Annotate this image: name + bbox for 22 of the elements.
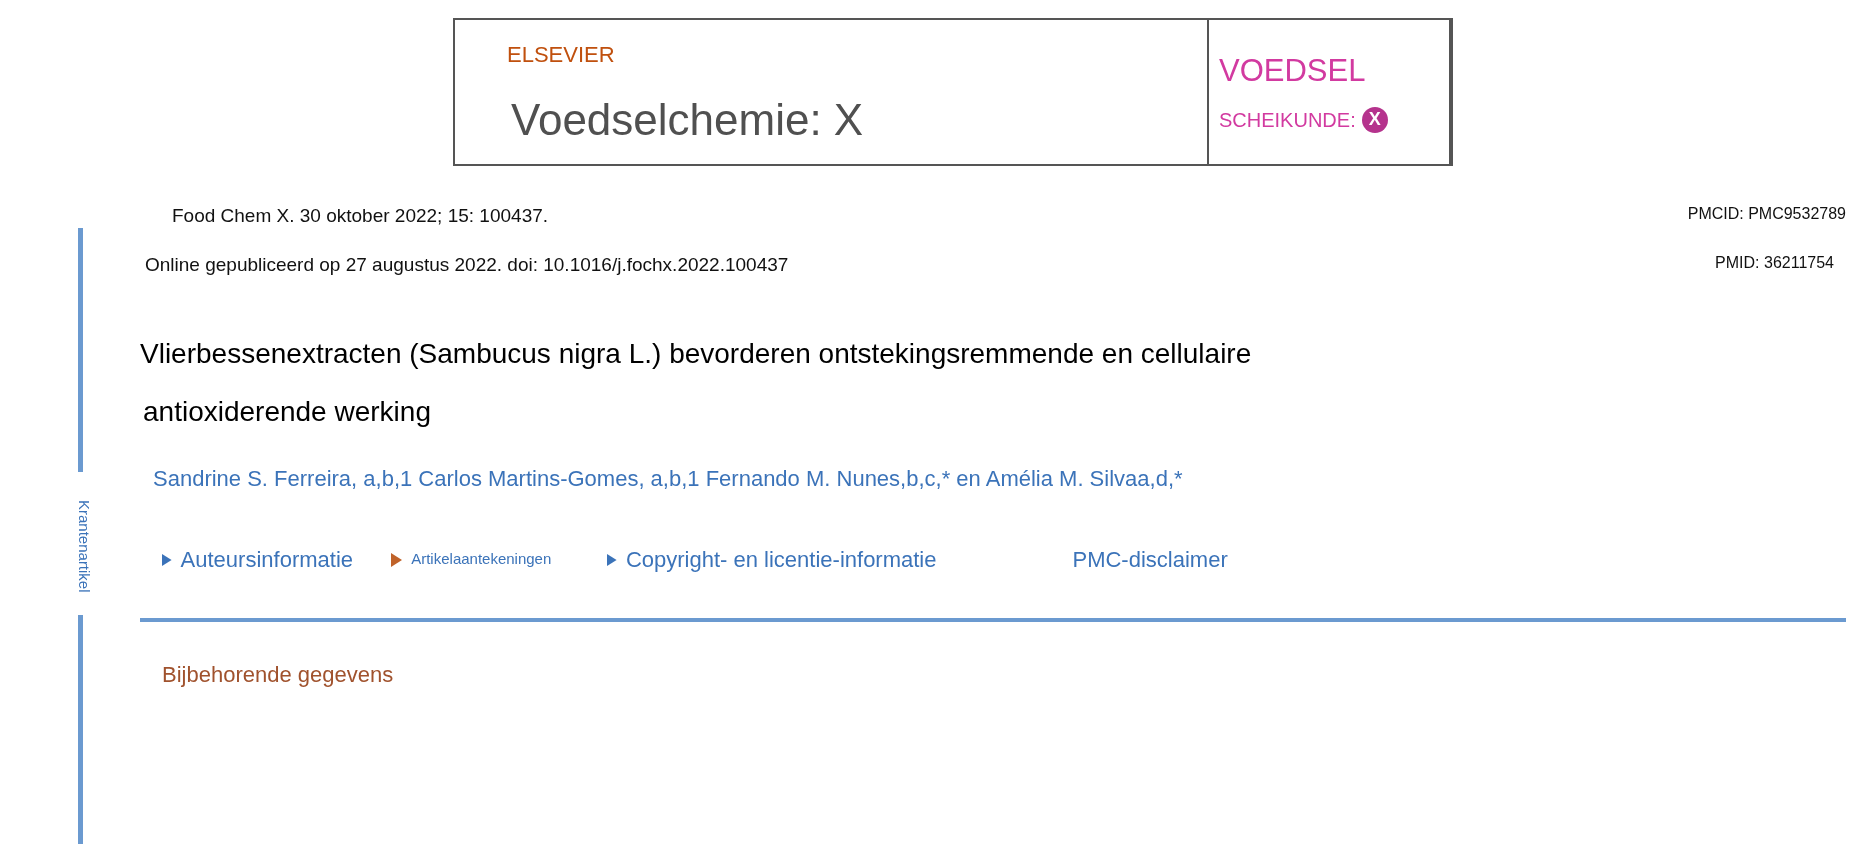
section-toggle[interactable]: Copyright- en licentie-informatie: [607, 543, 937, 577]
pmid-text: PMID: 36211754: [1715, 252, 1834, 273]
author-list: Sandrine S. Ferreira, a,b,1 Carlos Martins-Gomes, a,b,1 Fernando M. Nunes,b,c,* en Amélia M. Silvaa,d,*: [153, 462, 1846, 496]
article-type-label: Krantenartikel: [74, 500, 94, 593]
article-title: Vlierbessenextracten (Sambucus nigra L.) bevorderen ontstekingsremmende en cellulaire: [140, 337, 1253, 371]
pmcid-text: PMCID: PMC9532789: [1687, 204, 1846, 224]
section-toggle[interactable]: Auteursinformatie: [162, 543, 353, 577]
cover-subtitle: SCHEIKUNDE:: [1219, 107, 1356, 133]
expand-arrow-icon: [162, 553, 172, 566]
section-toggle[interactable]: Artikelaantekeningen: [391, 548, 552, 571]
article-title: antioxiderende werking: [143, 394, 432, 429]
disclaimer-link[interactable]: PMC-disclaimer: [1072, 543, 1228, 577]
citation-text: Food Chem X. 30 oktober 2022; 15: 100437.: [172, 204, 549, 228]
publication-date-text: Online gepubliceerd op 27 augustus 2022. doi: 10.1016/j.fochx.2022.100437: [145, 252, 789, 277]
cover-badge: X: [1361, 106, 1388, 133]
journal-banner[interactable]: ELSEVIER Voedselchemie: X VOEDSEL SCHEIKUNDE: X: [453, 18, 1453, 166]
cover-title: VOEDSEL: [1219, 52, 1367, 90]
section-heading: Bijbehorende gegevens: [162, 661, 395, 690]
expand-arrow-icon: [391, 552, 403, 567]
expand-arrow-icon: [607, 553, 617, 566]
journal-name: Voedselchemie: X: [511, 94, 865, 146]
publisher-name: ELSEVIER: [507, 41, 616, 69]
